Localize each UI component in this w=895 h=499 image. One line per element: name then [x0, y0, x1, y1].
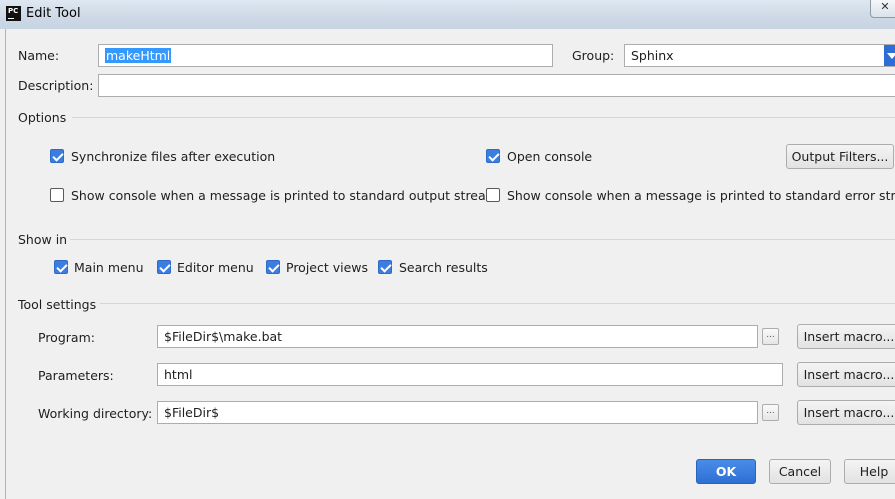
search-results-label: Search results: [399, 260, 488, 275]
window-titlebar: PC Edit Tool ✕: [0, 0, 895, 29]
working-directory-input[interactable]: $FileDir$: [157, 401, 758, 424]
ok-button[interactable]: OK: [696, 459, 756, 484]
parameters-label: Parameters:: [38, 368, 114, 383]
program-browse-button[interactable]: ...: [762, 328, 779, 345]
group-label: Group:: [572, 48, 615, 63]
program-label: Program:: [38, 330, 95, 345]
parameters-insert-macro-button[interactable]: Insert macro...: [797, 362, 895, 387]
output-filters-button[interactable]: Output Filters...: [786, 144, 894, 169]
open-console-checkbox[interactable]: [486, 149, 500, 163]
cancel-button[interactable]: Cancel: [769, 459, 831, 484]
working-directory-browse-button[interactable]: ...: [762, 404, 779, 421]
sync-files-label: Synchronize files after execution: [71, 149, 276, 164]
group-combobox[interactable]: Sphinx: [624, 44, 895, 67]
working-directory-insert-macro-button[interactable]: Insert macro...: [797, 400, 895, 425]
show-console-stdout-label: Show console when a message is printed t…: [71, 188, 498, 203]
description-input[interactable]: [98, 74, 895, 97]
editor-menu-checkbox[interactable]: [157, 260, 171, 274]
edit-tool-dialog: Name: makeHtml Group: Sphinx Description…: [5, 29, 895, 499]
search-results-checkbox[interactable]: [378, 260, 392, 274]
editor-menu-label: Editor menu: [177, 260, 254, 275]
show-in-divider: [70, 239, 895, 240]
options-divider: [72, 117, 895, 118]
show-console-stderr-label: Show console when a message is printed t…: [507, 188, 895, 203]
help-button[interactable]: Help: [844, 459, 895, 484]
close-window-icon[interactable]: ✕: [870, 0, 895, 18]
show-console-stderr-checkbox[interactable]: [486, 188, 500, 202]
name-value: makeHtml: [105, 48, 172, 63]
options-heading: Options: [18, 110, 67, 125]
program-insert-macro-button[interactable]: Insert macro...: [797, 324, 895, 349]
show-in-heading: Show in: [18, 232, 68, 247]
main-menu-label: Main menu: [74, 260, 144, 275]
parameters-input[interactable]: html: [157, 363, 783, 386]
program-input[interactable]: $FileDir$\make.bat: [157, 325, 758, 348]
main-menu-checkbox[interactable]: [54, 260, 68, 274]
name-label: Name:: [18, 48, 60, 63]
tool-settings-heading: Tool settings: [18, 297, 97, 312]
open-console-label: Open console: [507, 149, 593, 164]
tool-settings-divider: [100, 303, 895, 304]
show-console-stdout-checkbox[interactable]: [50, 188, 64, 202]
chevron-down-icon[interactable]: [884, 45, 895, 66]
project-views-label: Project views: [286, 260, 369, 275]
app-icon: PC: [6, 6, 21, 21]
window-title: Edit Tool: [26, 6, 81, 21]
sync-files-checkbox[interactable]: [50, 149, 64, 163]
group-value: Sphinx: [631, 48, 674, 63]
working-directory-label: Working directory:: [38, 406, 153, 421]
project-views-checkbox[interactable]: [266, 260, 280, 274]
name-input[interactable]: makeHtml: [98, 44, 553, 67]
description-label: Description:: [18, 78, 94, 93]
